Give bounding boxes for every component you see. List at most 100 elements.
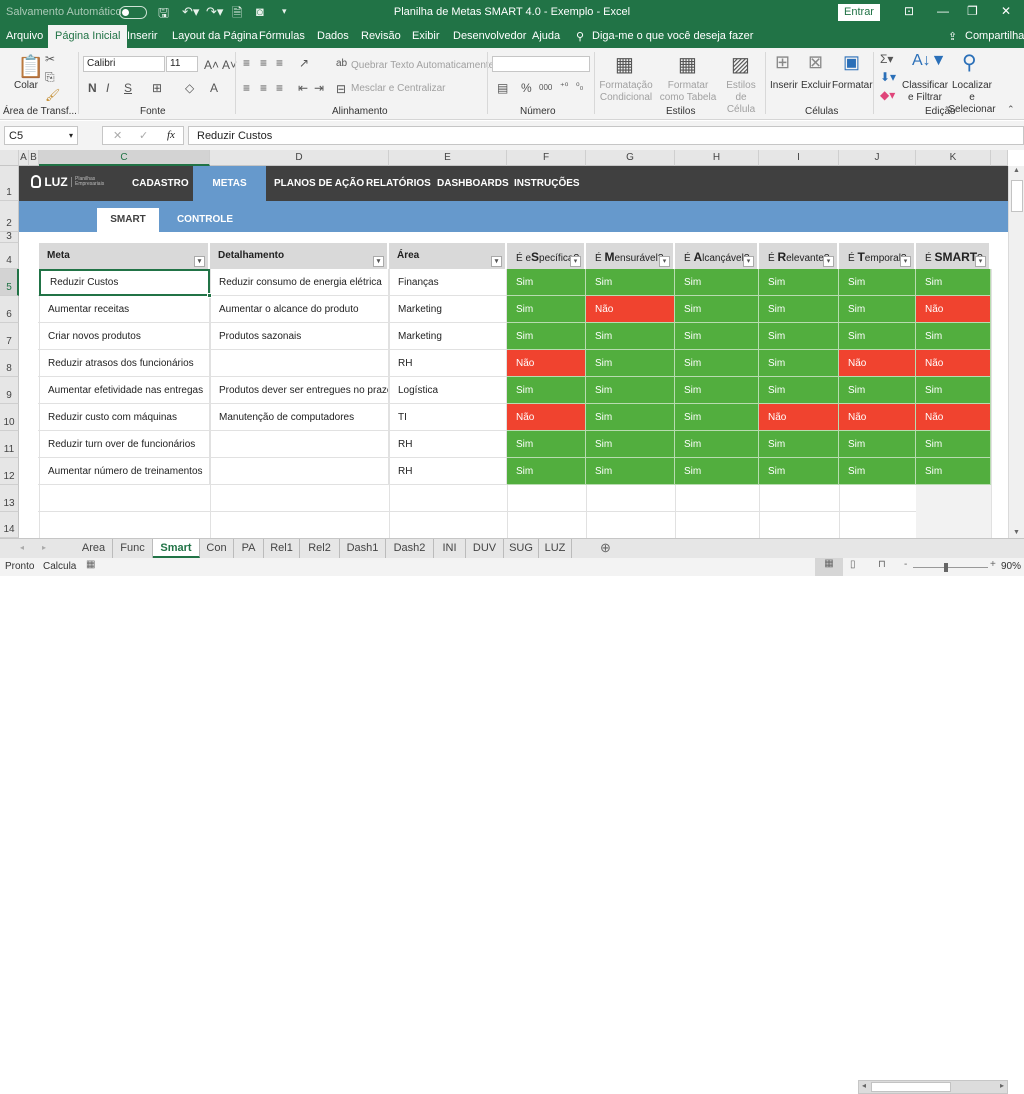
horizontal-scroll-thumb[interactable] [871,1082,951,1092]
delete-cells-button[interactable]: Excluir [801,80,831,92]
fill-color-icon[interactable]: ◇ [185,81,194,95]
cell-flag[interactable]: Sim [675,431,759,458]
cell-flag[interactable]: Não [916,296,991,323]
enter-icon[interactable]: ✓ [139,129,148,142]
cell-meta[interactable]: Aumentar efetividade nas entregas [39,377,210,404]
cell-detalhamento[interactable] [210,458,389,485]
filter-dropdown-icon[interactable]: ▾ [491,256,502,267]
grow-font-icon[interactable]: A˄ [204,58,219,72]
align-right-icon[interactable]: ≡ [276,81,283,95]
zoom-in-icon[interactable]: + [990,559,996,570]
cell-meta[interactable]: Aumentar receitas [39,296,210,323]
cell-flag[interactable]: Sim [759,323,839,350]
sheet-tab-dash1[interactable]: Dash1 [340,539,386,558]
cell-flag[interactable]: Sim [839,431,916,458]
cell-detalhamento[interactable]: Manutenção de computadores [210,404,389,431]
autosum-icon[interactable]: Σ▾ [880,52,893,66]
page-layout-view-icon[interactable]: ▯ [850,559,856,570]
row-header-10[interactable]: 10 [0,404,19,431]
accounting-format-icon[interactable]: ▤ [497,81,508,95]
decrease-indent-icon[interactable]: ⇤ [298,81,308,95]
subnav-smart[interactable]: SMART [97,208,159,232]
sheet-tab-duv[interactable]: DUV [466,539,504,558]
column-header-I[interactable]: I [759,150,839,166]
orientation-icon[interactable]: ↗ [299,56,309,70]
tab-layout[interactable]: Layout da Página [172,30,258,42]
row-header-5[interactable]: 5 [0,269,19,296]
cell-area[interactable]: TI [389,404,507,431]
row-header-3[interactable]: 3 [0,231,19,243]
row-header-9[interactable]: 9 [0,377,19,404]
increase-indent-icon[interactable]: ⇥ [314,81,324,95]
cell-meta[interactable]: Reduzir custo com máquinas [39,404,210,431]
close-icon[interactable]: ✕ [1001,4,1011,18]
cancel-icon[interactable]: ✕ [113,129,122,142]
cell-flag[interactable]: Sim [586,458,675,485]
sheet-tab-dash2[interactable]: Dash2 [386,539,434,558]
cell-flag[interactable]: Sim [675,269,759,296]
cell-flag[interactable]: Sim [586,350,675,377]
cell-detalhamento[interactable]: Reduzir consumo de energia elétrica [210,269,389,296]
borders-icon[interactable]: ⊞ [152,81,162,95]
zoom-slider-thumb[interactable] [944,563,948,572]
font-name-select[interactable]: Calibri [83,56,165,72]
row-header-8[interactable]: 8 [0,350,19,377]
cell-flag[interactable]: Não [839,350,916,377]
format-as-table-button[interactable]: Formatar como Tabela [656,80,720,104]
underline-button[interactable]: S [124,81,132,95]
cell-flag[interactable]: Sim [507,296,586,323]
cell-flag[interactable]: Sim [586,323,675,350]
ribbon-display-icon[interactable]: ⊡ [904,4,914,18]
wrap-text-button[interactable]: Quebrar Texto Automaticamente [351,60,494,72]
add-sheet-icon[interactable]: ⊕ [600,540,611,556]
decrease-decimal-icon[interactable]: ⁰₀ [576,81,583,92]
cell-area[interactable]: Logística [389,377,507,404]
tab-desenvolvedor[interactable]: Desenvolvedor [453,30,526,42]
filter-dropdown-icon[interactable]: ▾ [743,256,754,267]
row-header-13[interactable]: 13 [0,485,19,512]
sheet-tab-con[interactable]: Con [200,539,234,558]
restore-icon[interactable]: ❐ [967,4,978,18]
nav-relatorios[interactable]: RELATÓRIOS [366,166,431,201]
column-header-K[interactable]: K [916,150,991,166]
prev-sheet-icon[interactable]: ◂ [20,543,24,552]
share-button[interactable]: Compartilhar [965,30,1024,42]
column-header-C[interactable]: C [39,150,210,166]
row-header-14[interactable]: 14 [0,512,19,538]
column-header-F[interactable]: F [507,150,586,166]
copy-icon[interactable]: ⎘ [45,70,55,85]
nav-dashboards[interactable]: DASHBOARDS [437,166,509,201]
cell-flag[interactable]: Sim [675,323,759,350]
cell-flag[interactable]: Sim [839,323,916,350]
normal-view-icon[interactable]: ▦ [815,558,843,576]
cell-flag[interactable]: Não [759,404,839,431]
name-box[interactable]: C5 ▾ [4,126,78,145]
cell-flag[interactable]: Sim [586,431,675,458]
sheet-tab-ini[interactable]: INI [434,539,466,558]
column-header-G[interactable]: G [586,150,675,166]
page-break-view-icon[interactable]: ⊓ [878,559,886,570]
signin-button[interactable]: Entrar [838,4,880,21]
tab-arquivo[interactable]: Arquivo [6,30,43,42]
cell-flag[interactable]: Sim [916,458,991,485]
row-header-1[interactable]: 1 [0,166,19,201]
cell-meta[interactable]: Criar novos produtos [39,323,210,350]
column-header-D[interactable]: D [210,150,389,166]
cell-flag[interactable]: Sim [507,323,586,350]
cut-icon[interactable]: ✂ [45,52,55,66]
sheet-tab-rel1[interactable]: Rel1 [264,539,300,558]
tab-pagina-inicial[interactable]: Página Inicial [48,25,128,48]
cell-flag[interactable]: Sim [759,458,839,485]
row-header-4[interactable]: 4 [0,243,19,269]
cell-meta[interactable]: Reduzir turn over de funcionários [39,431,210,458]
format-cells-button[interactable]: Formatar [832,80,873,92]
cell-flag[interactable]: Sim [916,323,991,350]
cell-flag[interactable]: Sim [586,377,675,404]
fill-icon[interactable]: ⬇▾ [880,70,896,84]
scroll-left-icon[interactable]: ◂ [862,1081,866,1090]
merge-center-button[interactable]: Mesclar e Centralizar [351,83,445,95]
cell-flag[interactable]: Não [839,404,916,431]
paste-button[interactable]: Colar [14,80,38,92]
tab-revisao[interactable]: Revisão [361,30,401,42]
sheet-tab-luz[interactable]: LUZ [539,539,572,558]
